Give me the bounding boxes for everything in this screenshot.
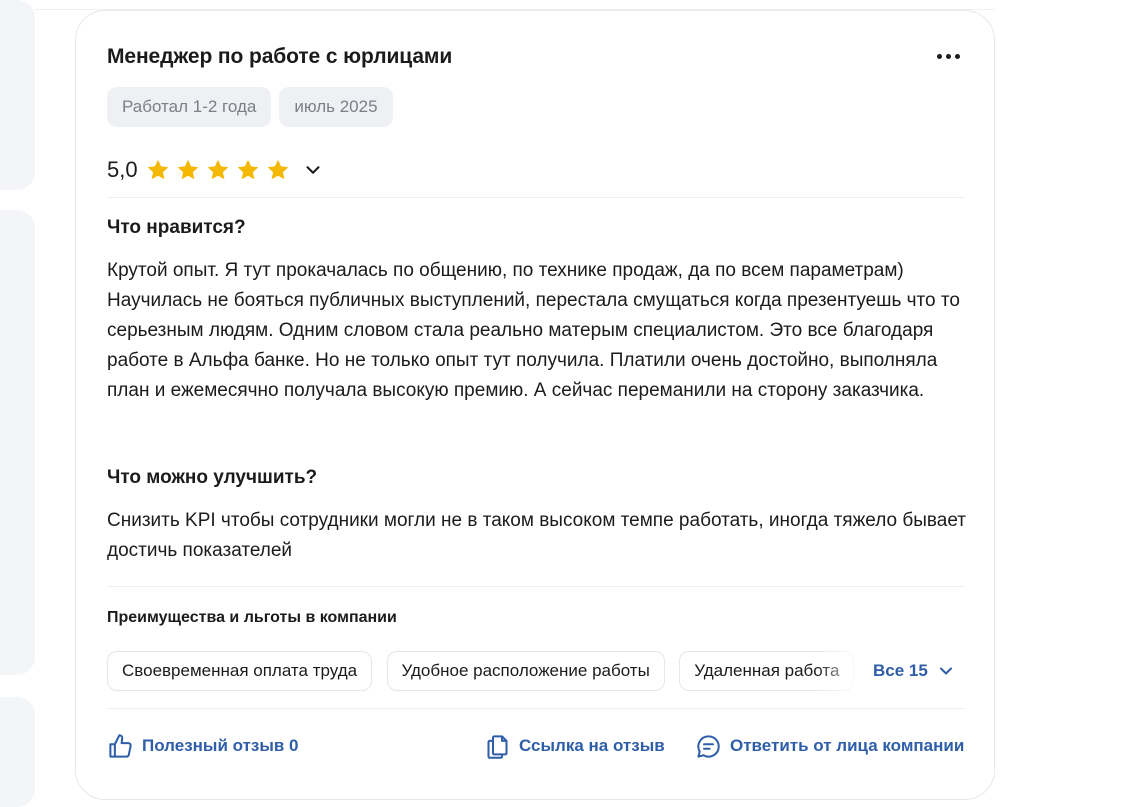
review-title: Менеджер по работе с юрлицами xyxy=(107,45,453,68)
divider-rating xyxy=(107,197,965,198)
review-link-label: Ссылка на отзыв xyxy=(519,736,665,755)
star-icon xyxy=(267,159,288,180)
show-all-perks-button[interactable]: Все 15 xyxy=(873,651,956,691)
reply-company-label: Ответить от лица компании xyxy=(730,736,965,755)
review-card: Менеджер по работе с юрлицами Работал 1-… xyxy=(75,10,995,800)
improve-text: Снизить KPI чтобы сотрудники могли не в … xyxy=(107,510,966,561)
more-menu-button[interactable] xyxy=(928,45,968,67)
helpful-button[interactable]: Полезный отзыв 0 xyxy=(107,731,299,761)
message-icon xyxy=(697,734,720,758)
likes-text: Крутой опыт. Я тут прокачалась по общени… xyxy=(107,260,960,401)
review-link-button[interactable]: Ссылка на отзыв xyxy=(484,731,665,761)
chevron-down-icon xyxy=(939,667,952,675)
star-icon xyxy=(207,159,228,180)
improve-heading: Что можно улучшить? xyxy=(107,467,318,488)
perks-heading: Преимущества и льготы в компании xyxy=(107,609,397,626)
helpful-label: Полезный отзыв 0 xyxy=(142,736,299,755)
left-panel-2 xyxy=(0,210,35,675)
divider-actions xyxy=(107,708,965,709)
review-tags: Работал 1-2 года июль 2025 xyxy=(107,87,393,127)
perks-fade xyxy=(816,651,866,691)
perk-chip[interactable]: Удобное расположение работы xyxy=(386,651,665,691)
likes-heading: Что нравится? xyxy=(107,217,246,238)
rating-value: 5,0 xyxy=(107,157,138,182)
show-all-label: Все 15 xyxy=(873,661,928,680)
tag-experience: Работал 1-2 года xyxy=(107,87,272,127)
perk-chip[interactable]: Своевременная оплата труда xyxy=(107,651,373,691)
star-icon xyxy=(237,159,258,180)
star-icon xyxy=(147,159,168,180)
reply-company-button[interactable]: Ответить от лица компании xyxy=(695,731,964,761)
divider-perks xyxy=(107,586,965,587)
chevron-down-icon[interactable] xyxy=(302,159,324,181)
tag-date: июль 2025 xyxy=(279,87,393,127)
more-horizontal-icon xyxy=(936,53,942,59)
perks-list: Своевременная оплата труда Удобное распо… xyxy=(107,651,858,691)
left-panel-3 xyxy=(0,697,35,807)
rating: 5,0 xyxy=(107,153,324,187)
copy-icon xyxy=(487,734,508,759)
star-icon xyxy=(177,159,198,180)
rating-stars xyxy=(146,158,290,182)
left-panel-1 xyxy=(0,0,35,190)
thumbs-up-icon xyxy=(109,733,132,758)
